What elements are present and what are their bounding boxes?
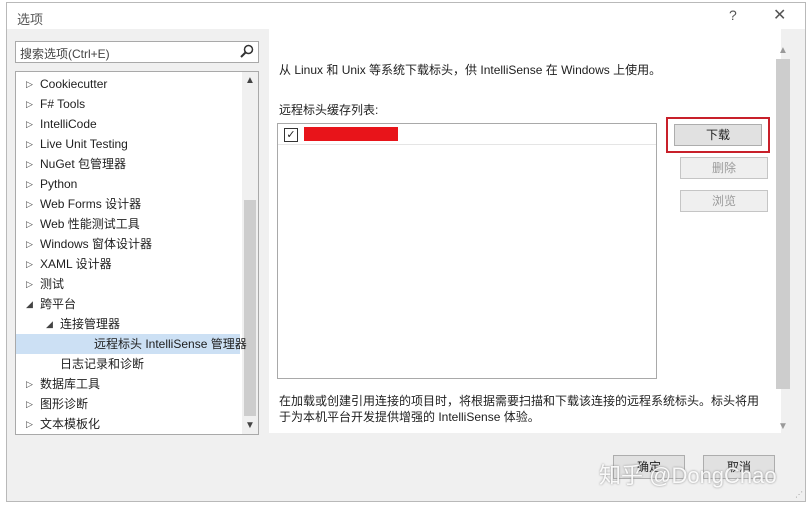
delete-button[interactable]: 删除 [680,157,768,179]
tree-item[interactable]: ▷ 图形诊断 [16,394,240,414]
list-item[interactable]: ✓ [278,124,656,145]
tree-scroll-thumb[interactable] [244,200,256,416]
expand-arrow-icon[interactable]: ▷ [26,134,33,154]
header-cache-list[interactable]: ✓ [277,123,657,379]
collapse-arrow-icon[interactable]: ◢ [46,314,53,334]
tree-item-label: IntelliCode [40,117,97,131]
tree-item-label: Windows 窗体设计器 [40,237,153,251]
search-input[interactable]: 搜索选项(Ctrl+E) [15,41,259,63]
tree-item-label: 日志记录和诊断 [60,357,145,371]
tree-item[interactable]: ▷ Web Forms 设计器 [16,194,240,214]
tree-item-label: 跨平台 [40,297,77,311]
scroll-down-icon[interactable]: ▼ [245,420,255,431]
search-icon[interactable] [240,44,254,58]
help-button[interactable]: ? [729,7,737,23]
tree-item-label: 测试 [40,277,65,291]
expand-arrow-icon[interactable]: ▷ [26,74,33,94]
tree-item-label: 文本模板化 [40,417,101,431]
tree-item[interactable]: ▷ XAML 设计器 [16,254,240,274]
search-placeholder: 搜索选项(Ctrl+E) [20,47,110,61]
scroll-down-icon[interactable]: ▼ [778,421,788,432]
expand-arrow-icon[interactable]: ▷ [26,154,33,174]
tree-item[interactable]: ▷ Windows 窗体设计器 [16,234,240,254]
description-text: 从 Linux 和 Unix 等系统下载标头，供 IntelliSense 在 … [279,63,662,77]
expand-arrow-icon[interactable]: ▷ [26,254,33,274]
browse-button[interactable]: 浏览 [680,190,768,212]
expand-arrow-icon[interactable]: ▷ [26,214,33,234]
tree-item[interactable]: ▷ IntelliCode [16,114,240,134]
content-scroll-thumb[interactable] [776,59,790,389]
tree-item[interactable]: 日志记录和诊断 [16,354,240,374]
content-scrollbar[interactable]: ▲ ▼ [775,43,791,433]
window-title: 选项 [17,12,44,27]
title-bar: 选项 ? ✕ [7,3,805,29]
tree-item-label: 图形诊断 [40,397,89,411]
tree-item-label: Cookiecutter [40,77,108,91]
list-item-checkbox[interactable]: ✓ [284,128,298,142]
tree-item[interactable]: 远程标头 IntelliSense 管理器 [16,334,247,354]
close-button[interactable]: ✕ [773,5,786,25]
expand-arrow-icon[interactable]: ▷ [26,114,33,134]
tree-item[interactable]: ▷ Cookiecutter [16,74,240,94]
tree-scrollbar[interactable]: ▲ ▼ [242,72,258,434]
tree-item-label: 连接管理器 [60,317,121,331]
expand-arrow-icon[interactable]: ▷ [26,174,33,194]
collapse-arrow-icon[interactable]: ◢ [26,294,33,314]
tree-item-label: F# Tools [40,97,86,111]
expand-arrow-icon[interactable]: ▷ [26,374,33,394]
expand-arrow-icon[interactable]: ▷ [26,94,33,114]
options-dialog: 选项 ? ✕ 搜索选项(Ctrl+E) ▲ ▼ ▷ Cookiecutter ▷ F#… [6,2,806,502]
tree-item-label: Web 性能测试工具 [40,217,140,231]
options-tree[interactable]: ▲ ▼ ▷ Cookiecutter ▷ F# Tools ▷ IntelliCode ▷ L… [15,71,259,435]
tree-item-label: Web Forms 设计器 [40,197,142,211]
content-panel: 从 Linux 和 Unix 等系统下载标头，供 IntelliSense 在 … [269,29,781,433]
watermark: 知乎 @DongChao [599,463,777,488]
redacted-host-name [304,127,398,141]
tree-item-label: 数据库工具 [40,377,101,391]
tree-item[interactable]: ▷ 测试 [16,274,240,294]
tree-item-label: Python [40,177,78,191]
expand-arrow-icon[interactable]: ▷ [26,274,33,294]
tree-item-label: XAML 设计器 [40,257,112,271]
tree-item[interactable]: ▷ 数据库工具 [16,374,240,394]
expand-arrow-icon[interactable]: ▷ [26,394,33,414]
tree-item[interactable]: ▷ Live Unit Testing [16,134,240,154]
expand-arrow-icon[interactable]: ▷ [26,194,33,214]
tree-item-label: NuGet 包管理器 [40,157,127,171]
resize-grip-icon[interactable]: ⋰ [795,490,803,499]
tree-item-label: Live Unit Testing [40,137,128,151]
scroll-up-icon[interactable]: ▲ [778,45,788,56]
tree-item[interactable]: ▷ Web 性能测试工具 [16,214,240,234]
download-button[interactable]: 下载 [674,124,762,146]
expand-arrow-icon[interactable]: ▷ [26,414,33,434]
tree-item[interactable]: ◢ 连接管理器 [16,314,240,334]
info-text: 在加载或创建引用连接的项目时，将根据需要扫描和下载该连接的远程系统标头。标头将用… [279,394,759,424]
tree-item[interactable]: ▷ NuGet 包管理器 [16,154,240,174]
tree-item[interactable]: ▷ Python [16,174,240,194]
tree-item[interactable]: ▷ F# Tools [16,94,240,114]
list-label: 远程标头缓存列表: [279,103,379,117]
expand-arrow-icon[interactable]: ▷ [26,234,33,254]
tree-item[interactable]: ◢ 跨平台 [16,294,240,314]
tree-item-label: 远程标头 IntelliSense 管理器 [94,337,247,351]
scroll-up-icon[interactable]: ▲ [245,75,255,86]
tree-item[interactable]: ▷ 文本模板化 [16,414,240,434]
